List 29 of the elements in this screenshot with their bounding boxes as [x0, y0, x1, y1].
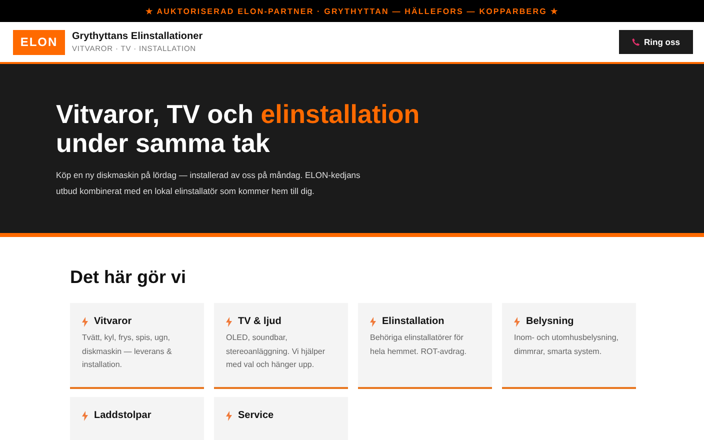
- service-card[interactable]: Service: [214, 397, 348, 440]
- bolt-icon: [82, 410, 88, 420]
- card-text: Inom- och utomhusbelysning, dimmrar, smarta system.: [514, 332, 620, 358]
- card-title: Vitvaror: [94, 316, 132, 327]
- card-title: Elinstallation: [382, 316, 444, 327]
- section-heading: Det här gör vi: [70, 267, 188, 288]
- bolt-icon: [82, 316, 88, 326]
- service-card[interactable]: TV & ljud OLED, soundbar, stereoanläggning. Vi hjälper med val och hänger upp.: [214, 303, 348, 389]
- bolt-icon: [226, 316, 232, 326]
- phone-icon: [632, 38, 640, 46]
- bolt-icon: [226, 410, 232, 420]
- company-name: Grythyttans Elinstallationer: [72, 31, 204, 42]
- card-text: Behöriga elinstallatörer för hela hemmet. ROT-avdrag.: [370, 332, 468, 358]
- card-title: TV & ljud: [238, 316, 282, 327]
- banner-text: ★ AUKTORISERAD ELON-PARTNER · GRYTHYTTAN — HÄLLEFORS — KOPPARBERG ★: [146, 6, 558, 16]
- service-card[interactable]: Laddstolpar: [70, 397, 204, 440]
- card-title: Belysning: [526, 316, 574, 327]
- service-card[interactable]: Belysning Inom- och utomhusbelysning, dimmrar, smarta system.: [502, 303, 636, 389]
- card-title: Service: [238, 410, 274, 421]
- card-text: OLED, soundbar, stereoanläggning. Vi hjälper med val och hänger upp.: [226, 332, 326, 371]
- bolt-icon: [514, 316, 520, 326]
- card-text: Tvätt, kyl, frys, spis, ugn, diskmaskin — leverans & installation.: [82, 332, 173, 371]
- service-card[interactable]: Elinstallation Behöriga elinstallatörer för hela hemmet. ROT-avdrag.: [358, 303, 492, 389]
- service-card[interactable]: Vitvaror Tvätt, kyl, frys, spis, ugn, diskmaskin — leverans & installation.: [70, 303, 204, 389]
- bolt-icon: [370, 316, 376, 326]
- hero-text: Köp en ny diskmaskin på lördag — installerad av oss på måndag. ELON-kedjans utbud kombinerat med en lokal elinstallatör som kommer hem till dig.: [56, 169, 362, 198]
- card-title: Laddstolpar: [94, 410, 152, 421]
- hero-title: Vitvaror, TV och elinstallation under samma tak: [56, 100, 421, 158]
- call-button[interactable]: Ring oss: [619, 30, 693, 54]
